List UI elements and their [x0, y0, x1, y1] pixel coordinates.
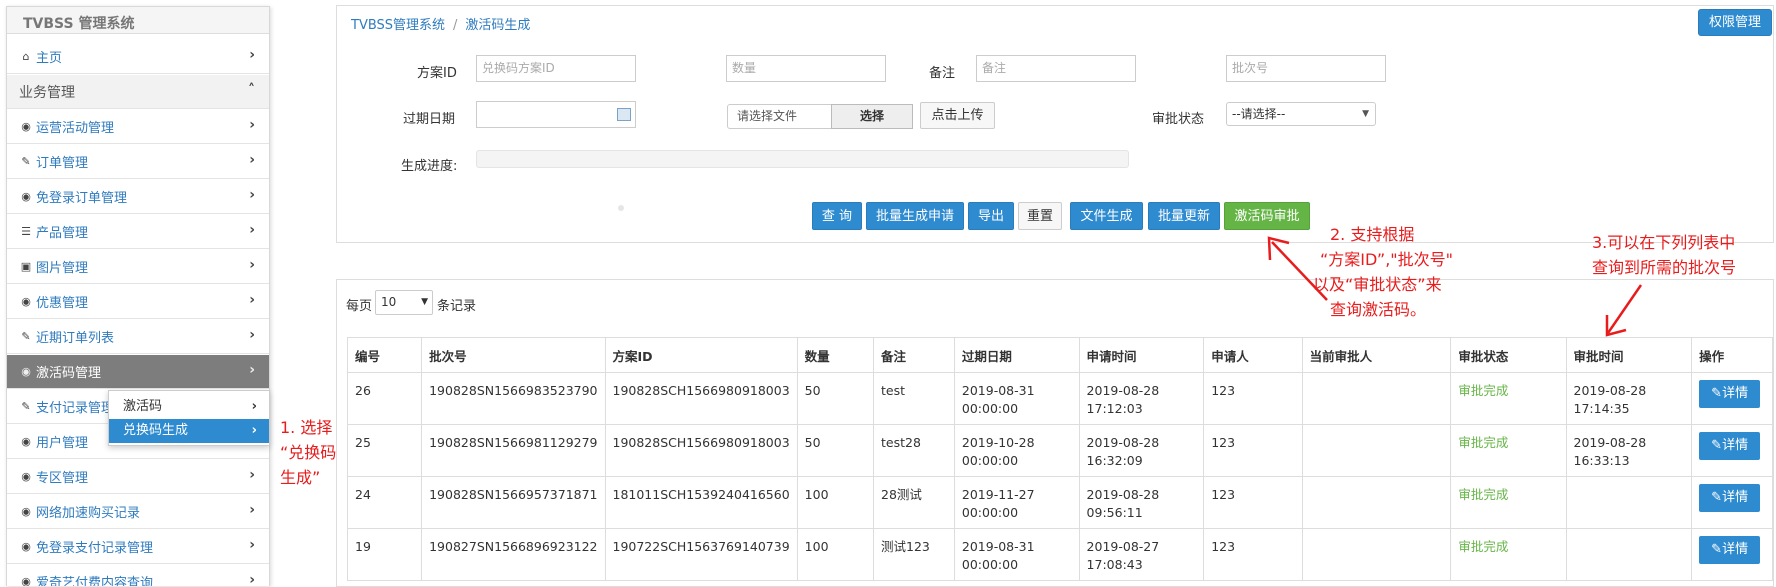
- annotation-arrows: [1267, 236, 1643, 337]
- arrow-line: [1271, 241, 1328, 301]
- arrow-line: [1606, 284, 1643, 334]
